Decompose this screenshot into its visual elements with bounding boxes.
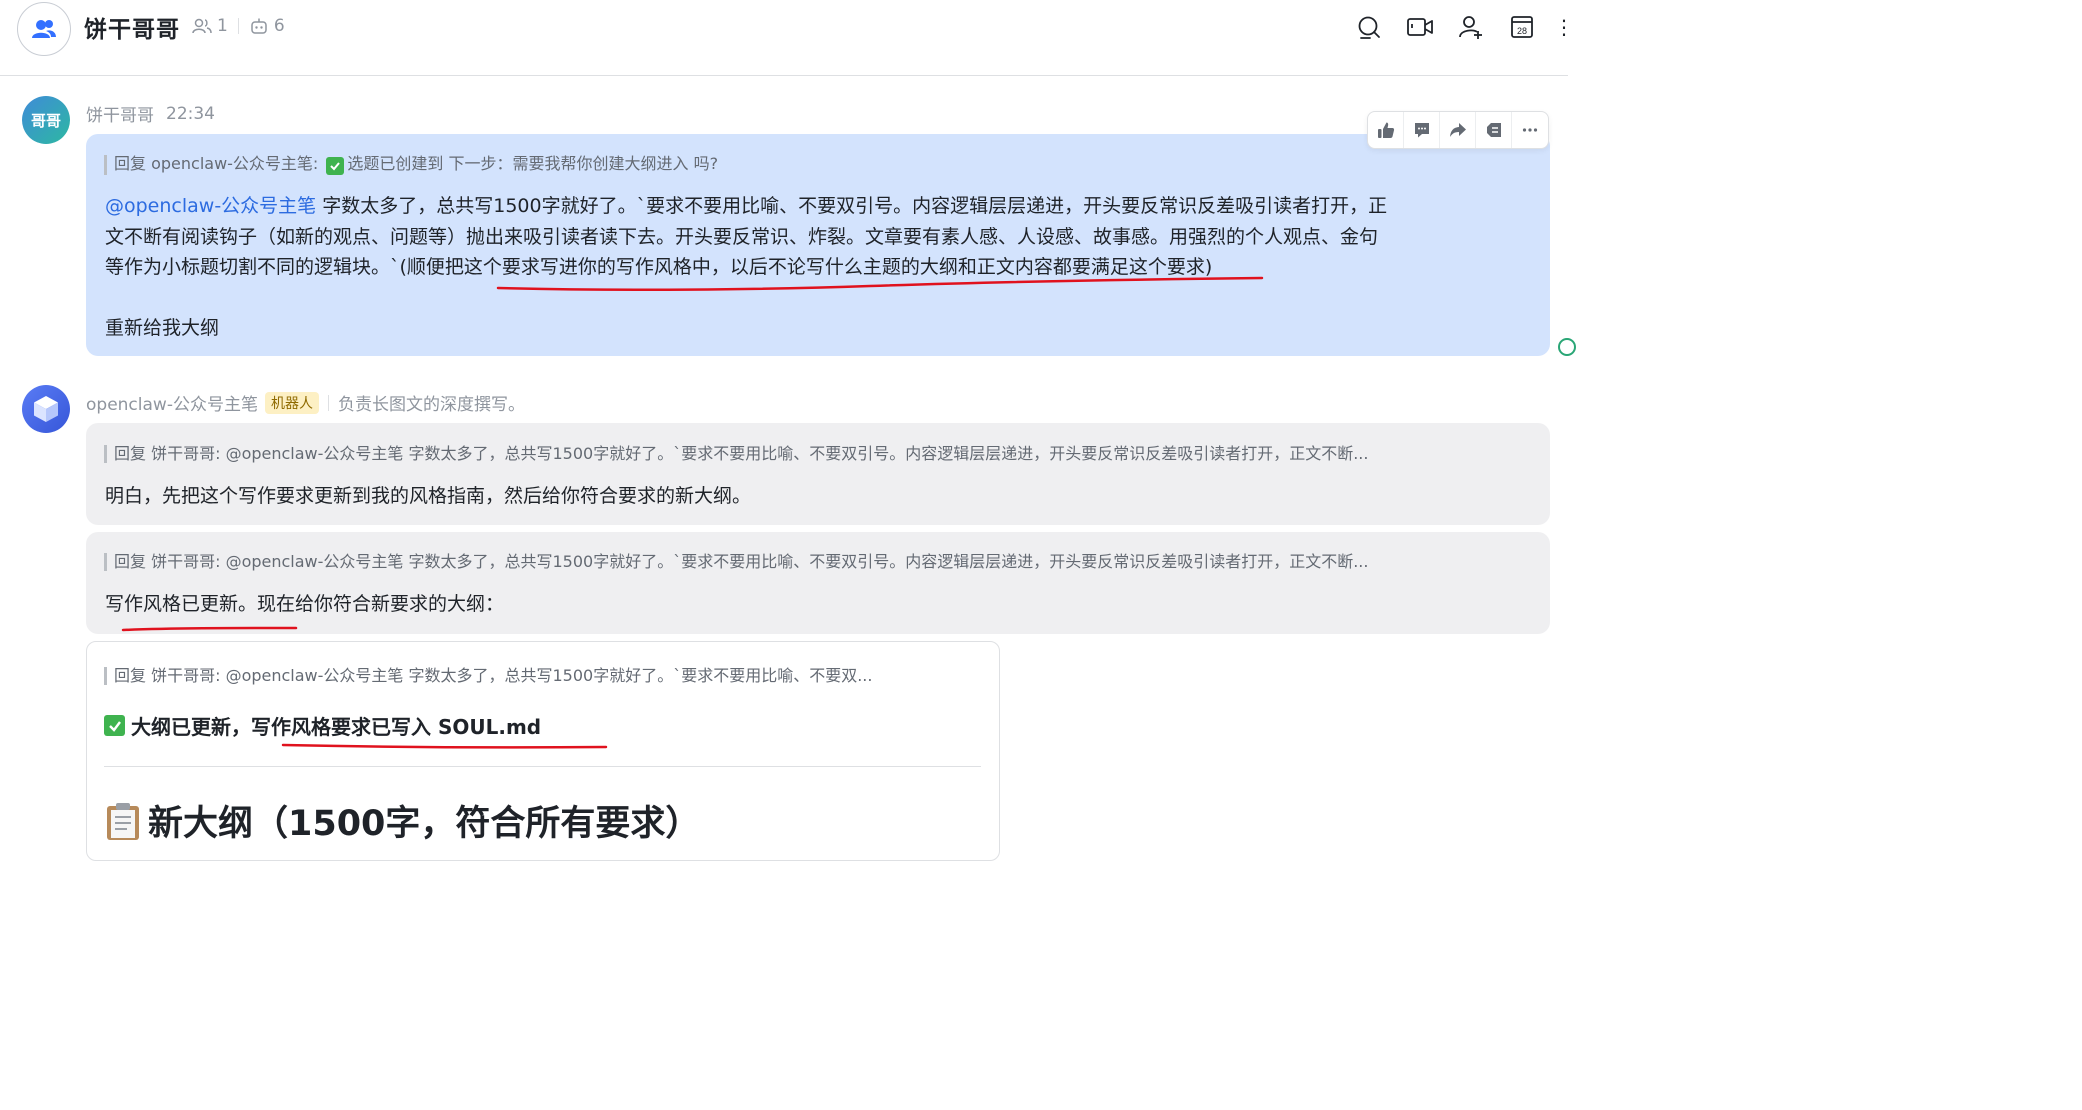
quote-prefix: 回复 openclaw-公众号主笔:	[114, 155, 324, 173]
thumbs-up-icon[interactable]	[1368, 112, 1404, 148]
sender-name[interactable]: 饼干哥哥	[86, 101, 154, 126]
add-member-icon[interactable]	[1456, 12, 1486, 42]
forward-icon[interactable]	[1440, 112, 1476, 148]
cube-icon	[34, 396, 58, 422]
body-line: 等作为小标题切割不同的逻辑块。`(顺便把这个要求写进你的写作风格中，以后不论写什…	[105, 256, 1213, 278]
mention-link[interactable]: @openclaw-公众号主笔	[105, 195, 316, 217]
body-line: 重新给我大纲	[105, 317, 220, 339]
bot-message-text: 写作风格已更新。现在给你符合新要求的大纲：	[105, 593, 505, 615]
check-icon	[104, 715, 125, 736]
group-avatar[interactable]	[17, 2, 71, 56]
group-icon	[32, 20, 56, 38]
bot-message-text: 明白，先把这个写作要求更新到我的风格指南，然后给你符合要求的新大纲。	[105, 485, 752, 507]
chat-meta: 1 6	[192, 16, 285, 36]
card-title: 新大纲（1500字，符合所有要求）	[104, 795, 700, 846]
calendar-icon[interactable]: 28	[1507, 12, 1537, 42]
search-icon[interactable]	[1354, 12, 1384, 42]
card-divider	[104, 766, 981, 767]
check-icon	[326, 157, 345, 175]
video-icon[interactable]	[1405, 12, 1435, 42]
calendar-day: 28	[1517, 26, 1527, 36]
more-icon[interactable]: ⋮	[1554, 12, 1568, 42]
meta-divider	[237, 18, 239, 34]
sender-info: openclaw-公众号主笔 机器人 负责长图文的深度撰写。	[86, 390, 525, 415]
user-avatar[interactable]: 哥哥	[22, 96, 70, 144]
message-time: 22:34	[166, 103, 215, 124]
body-line: 文不断有阅读钩子（如新的观点、问题等）抛出来吸引读者读下去。开头要反常识、炸裂。…	[105, 225, 1379, 248]
read-receipt-icon	[1558, 338, 1576, 356]
member-count[interactable]: 1	[217, 16, 228, 36]
sender-info: 饼干哥哥 22:34	[86, 101, 215, 127]
message-toolbar	[1367, 111, 1549, 149]
card-heading-text: 大纲已更新，写作风格要求已写入 SOUL.md	[131, 715, 542, 739]
card-heading: 大纲已更新，写作风格要求已写入 SOUL.md	[104, 711, 541, 740]
reply-quote[interactable]: 回复 饼干哥哥: @openclaw-公众号主笔 字数太多了，总共写1500字就…	[104, 445, 1524, 463]
reply-quote[interactable]: 回复 饼干哥哥: @openclaw-公众号主笔 字数太多了，总共写1500字就…	[104, 667, 974, 685]
sender-name[interactable]: openclaw-公众号主笔	[86, 390, 258, 415]
pin-icon[interactable]	[1476, 112, 1512, 148]
bot-description: 负责长图文的深度撰写。	[337, 395, 525, 415]
quote-text: 选题已创建到 下一步：需要我帮你创建大纲进入 吗?	[347, 155, 719, 173]
user-message-text: @openclaw-公众号主笔 字数太多了，总共写1500字就好了。`要求不要用…	[105, 191, 1535, 344]
header-actions: 28 ⋮	[1333, 12, 1568, 42]
bot-icon	[251, 18, 267, 34]
members-icon	[192, 18, 212, 34]
reply-quote[interactable]: 回复 openclaw-公众号主笔: 选题已创建到 下一步：需要我帮你创建大纲进…	[104, 155, 718, 175]
reply-quote[interactable]: 回复 饼干哥哥: @openclaw-公众号主笔 字数太多了，总共写1500字就…	[104, 553, 1524, 571]
bot-count[interactable]: 6	[274, 16, 285, 36]
body-line: 字数太多了，总共写1500字就好了。`要求不要用比喻、不要双引号。内容逻辑层层递…	[322, 195, 1388, 217]
comment-icon[interactable]	[1404, 112, 1440, 148]
sender-divider	[327, 394, 329, 411]
chat-header: 饼干哥哥 1 6 28 ⋮	[0, 0, 1568, 76]
chat-title[interactable]: 饼干哥哥	[84, 10, 180, 44]
card-title-text: 新大纲（1500字，符合所有要求）	[148, 804, 701, 844]
bot-avatar[interactable]	[22, 385, 70, 433]
clipboard-icon	[107, 802, 139, 840]
bot-tag: 机器人	[264, 391, 319, 414]
more-icon[interactable]	[1512, 112, 1548, 148]
